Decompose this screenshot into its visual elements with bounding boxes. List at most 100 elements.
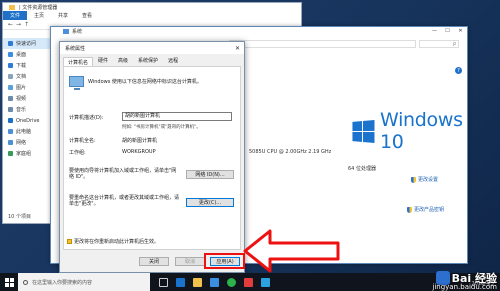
full-name-label: 计算机全名: [69, 138, 96, 144]
taskbar: 在这里输入你要搜索的内容 8:57 2018/4/5 [0, 273, 500, 291]
network-id-button[interactable]: 网络 ID(N)... [186, 170, 234, 179]
cancel-button[interactable]: 取消 [175, 257, 205, 266]
windows-10-logo: Windows 10 [351, 109, 467, 153]
baidu-jingyan-watermark: Bai 经验 jingyan.baidu.com [432, 270, 497, 291]
tab-system-protection[interactable]: 系统保护 [133, 55, 163, 66]
close-icon[interactable]: ✕ [231, 42, 244, 54]
system-icon [63, 28, 69, 34]
nav-item-network[interactable]: 网络 [3, 137, 57, 148]
tab-file[interactable]: 文件 [3, 11, 28, 20]
start-button[interactable] [0, 273, 18, 291]
change-button[interactable]: 更改(C)... [186, 198, 234, 207]
minimize-icon[interactable]: — [428, 27, 441, 35]
rename-text: 要重命名这台计算机，或者更改其域或工作组，请单击"更改"。 [69, 195, 180, 207]
task-view-icon[interactable] [159, 277, 168, 287]
computer-icon [69, 76, 84, 90]
description-hint: 例如: "书房计算机"或"聂哥的计算机"。 [122, 125, 201, 130]
app-icon-2[interactable] [261, 277, 270, 287]
system-properties-dialog[interactable]: 系统属性 ✕ 计算机名 硬件 高级 系统保护 远程 Windows 使用以下信息… [59, 41, 245, 273]
tab-computer-name[interactable]: 计算机名 [63, 57, 94, 66]
nav-item-desktop[interactable]: 桌面 [3, 49, 57, 60]
network-icon [8, 140, 13, 145]
system-title: 系统 [72, 28, 83, 35]
computer-name-panel: Windows 使用以下信息在网络中标识这台计算机。 计算机描述(D): 胡的新… [63, 66, 241, 250]
intro-row: Windows 使用以下信息在网络中标识这台计算机。 [69, 76, 202, 90]
picture-icon [8, 85, 13, 90]
explorer-titlebar: | 文件资源管理器 [3, 3, 301, 11]
nav-item-videos[interactable]: 视频 [3, 93, 57, 104]
nav-item-downloads[interactable]: 下载 [3, 60, 57, 71]
address-box[interactable] [229, 40, 416, 48]
description-label: 计算机描述(D): [69, 115, 104, 121]
windows-icon [4, 277, 14, 287]
homegroup-icon [8, 151, 13, 156]
full-name-value: 胡的新图计算机 [122, 138, 158, 144]
restart-note: 更改将在你重新启动此计算机后生效。 [67, 238, 159, 245]
back-arrow-icon[interactable]: ← [8, 21, 13, 28]
close-icon[interactable]: ✕ [454, 27, 467, 35]
watermark-url: jingyan.baidu.com [432, 283, 497, 291]
dialog-title: 系统属性 [65, 45, 86, 52]
desktop-icon [8, 52, 13, 57]
search-circle-icon [23, 279, 28, 285]
music-icon [8, 107, 13, 112]
explorer-title: | 文件资源管理器 [19, 4, 58, 11]
highlight-box [204, 253, 245, 269]
windows-logo-text: Windows 10 [380, 109, 463, 153]
explorer-ribbon-tabs: 文件 主页 共享 查看 [3, 11, 301, 20]
change-settings-link[interactable]: 更改设置 [411, 176, 438, 183]
edge-icon[interactable] [176, 277, 185, 287]
nav-item-onedrive[interactable]: OneDrive [3, 115, 57, 126]
workgroup-value: WORKGROUP [122, 149, 156, 155]
change-product-key-link[interactable]: 更改产品密钥 [407, 206, 444, 213]
network-id-text: 要使用向导将计算机加入域或工作组，请单击"网络 ID"。 [69, 168, 177, 180]
cloud-icon [8, 118, 13, 123]
nav-item-documents[interactable]: 文档 [3, 71, 57, 82]
nav-item-music[interactable]: 音乐 [3, 104, 57, 115]
store-icon[interactable] [210, 277, 219, 287]
taskbar-search-placeholder: 在这里输入你要搜索的内容 [32, 279, 93, 286]
system-titlebar: 系统 [51, 27, 467, 35]
system-type-info: 64 位处理器 [348, 166, 376, 172]
warning-icon [67, 239, 72, 244]
maximize-icon[interactable]: ☐ [441, 27, 454, 35]
up-arrow-icon[interactable]: ↑ [24, 21, 29, 28]
computer-icon [8, 129, 13, 134]
nav-item-homegroup[interactable]: 家庭组 [3, 148, 57, 159]
tab-share[interactable]: 共享 [51, 11, 75, 20]
help-icon[interactable]: ? [455, 67, 462, 74]
download-icon [8, 63, 13, 68]
tab-remote[interactable]: 远程 [163, 55, 183, 66]
shield-icon [407, 206, 412, 213]
windows-logo-icon [352, 119, 375, 143]
tab-advanced[interactable]: 高级 [113, 55, 133, 66]
tab-home[interactable]: 主页 [27, 11, 51, 20]
document-icon [8, 74, 13, 79]
explorer-navigation-pane: 快速访问 桌面 下载 文档 图片 视频 音乐 OneDrive 此电脑 网络 家… [3, 32, 57, 223]
explorer-status-text: 10 个项目 [8, 214, 31, 220]
nav-item-this-pc[interactable]: 此电脑 [3, 126, 57, 137]
system-search-input[interactable]: ρ [419, 40, 459, 48]
pointer-arrow-icon [243, 229, 340, 273]
workgroup-label: 工作组: [69, 150, 86, 156]
browser-icon[interactable] [227, 277, 236, 287]
file-explorer-icon[interactable] [193, 277, 202, 287]
nav-item-quick-access[interactable]: 快速访问 [3, 38, 57, 49]
forward-arrow-icon[interactable]: → [16, 21, 21, 28]
dialog-titlebar: 系统属性 ✕ [60, 42, 244, 54]
system-window-controls: — ☐ ✕ [428, 27, 467, 35]
dialog-tabs: 计算机名 硬件 高级 系统保护 远程 [60, 57, 244, 66]
nav-item-pictures[interactable]: 图片 [3, 82, 57, 93]
shield-icon [411, 176, 416, 183]
tab-view[interactable]: 查看 [75, 11, 99, 20]
taskbar-search-box[interactable]: 在这里输入你要搜索的内容 [18, 273, 150, 291]
taskbar-pinned-apps [159, 277, 270, 287]
star-icon [8, 41, 13, 46]
folder-icon [9, 4, 15, 10]
search-icon: ρ [452, 41, 456, 47]
video-icon [8, 96, 13, 101]
app-icon[interactable] [244, 277, 253, 287]
close-button[interactable]: 关闭 [139, 257, 169, 266]
tab-hardware[interactable]: 硬件 [93, 55, 113, 66]
computer-description-input[interactable]: 胡的新图计算机 [122, 112, 232, 121]
